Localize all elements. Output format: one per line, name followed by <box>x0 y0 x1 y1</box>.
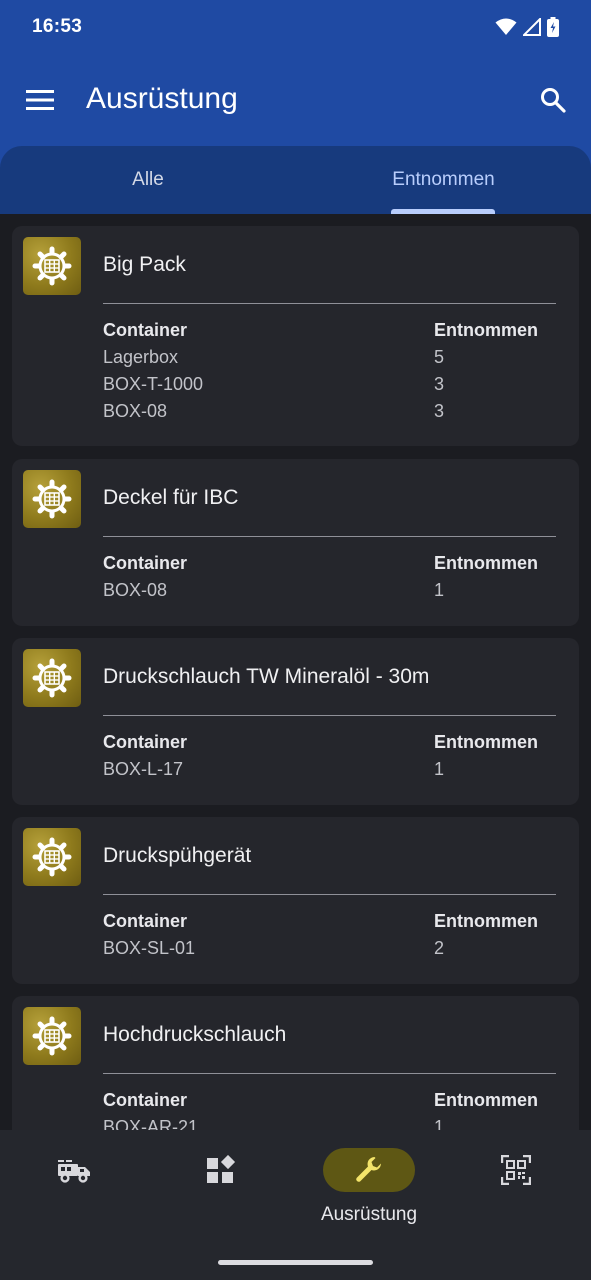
equipment-gear-icon <box>23 470 81 528</box>
signal-icon <box>523 18 541 36</box>
container-header: Container <box>103 320 188 340</box>
taken-value: 5 <box>434 347 445 367</box>
tab-panel: Alle Entnommen <box>0 146 591 214</box>
equipment-name: Big Pack <box>103 253 186 276</box>
tab-bar: Alle Entnommen <box>0 146 591 214</box>
taken-value: 1 <box>434 759 445 779</box>
search-button[interactable] <box>533 80 573 120</box>
home-indicator[interactable] <box>218 1260 373 1265</box>
status-bar: 16:53 <box>0 0 591 54</box>
container-value: BOX-08 <box>103 401 168 421</box>
container-header: Container <box>103 911 188 931</box>
taken-header: Entnommen <box>434 553 539 573</box>
nav-item-vehicles[interactable] <box>24 1148 124 1238</box>
container-value: BOX-SL-01 <box>103 938 196 958</box>
container-value: BOX-AR-21 <box>103 1117 199 1130</box>
equipment-card[interactable]: Big Pack Container Entnommen Lagerbox 5 … <box>12 226 579 446</box>
table-row: BOX-L-17 1 <box>12 759 579 786</box>
divider <box>103 303 556 304</box>
container-header: Container <box>103 553 188 573</box>
equipment-gear-icon <box>23 1007 81 1065</box>
container-value: Lagerbox <box>103 347 179 367</box>
divider <box>103 894 556 895</box>
taken-header: Entnommen <box>434 732 539 752</box>
container-value: BOX-T-1000 <box>103 374 204 394</box>
equipment-card[interactable]: Deckel für IBC Container Entnommen BOX-0… <box>12 459 579 626</box>
divider <box>103 536 556 537</box>
table-row: BOX-08 1 <box>12 580 579 607</box>
container-value: BOX-08 <box>103 580 168 600</box>
divider <box>103 1073 556 1074</box>
nav-pill <box>470 1148 562 1192</box>
wrench-icon <box>356 1157 381 1182</box>
equipment-card[interactable]: Hochdruckschlauch Container Entnommen BO… <box>12 996 579 1130</box>
taken-header: Entnommen <box>434 911 539 931</box>
equipment-name: Druckschlauch TW Mineralöl - 30m <box>103 665 430 688</box>
taken-value: 2 <box>434 938 445 958</box>
equipment-card[interactable]: Druckschlauch TW Mineralöl - 30m Contain… <box>12 638 579 805</box>
table-row: BOX-AR-21 1 <box>12 1117 579 1130</box>
table-row: BOX-T-1000 3 <box>12 374 579 401</box>
equipment-name: Hochdruckschlauch <box>103 1023 287 1046</box>
wifi-icon <box>495 18 517 35</box>
equipment-gear-icon <box>23 828 81 886</box>
container-header: Container <box>103 732 188 752</box>
bottom-navigation: Ausrüstung <box>0 1130 591 1280</box>
table-row: Lagerbox 5 <box>12 347 579 374</box>
taken-value: 1 <box>434 580 445 600</box>
taken-header: Entnommen <box>434 1090 539 1110</box>
table-row: BOX-SL-01 2 <box>12 938 579 965</box>
container-header: Container <box>103 1090 188 1110</box>
search-icon <box>541 88 566 113</box>
taken-value: 1 <box>434 1117 445 1130</box>
equipment-card[interactable]: Druckspühgerät Container Entnommen BOX-S… <box>12 817 579 984</box>
nav-pill <box>28 1148 120 1192</box>
nav-item-equipment[interactable]: Ausrüstung <box>319 1148 419 1238</box>
divider <box>103 715 556 716</box>
status-time: 16:53 <box>32 16 83 37</box>
equipment-name: Deckel für IBC <box>103 486 239 509</box>
nav-item-qr-scan[interactable] <box>466 1148 566 1238</box>
container-value: BOX-L-17 <box>103 759 184 779</box>
widgets-icon <box>207 1155 236 1183</box>
equipment-list[interactable]: Big Pack Container Entnommen Lagerbox 5 … <box>0 214 591 1130</box>
tab-entnommen[interactable]: Entnommen <box>296 146 591 214</box>
app-bar: Ausrüstung <box>0 54 591 146</box>
nav-item-dashboard[interactable] <box>171 1148 271 1238</box>
status-icons <box>495 17 559 37</box>
taken-header: Entnommen <box>434 320 539 340</box>
battery-charging-icon <box>547 17 559 37</box>
page-title: Ausrüstung <box>86 82 238 115</box>
menu-button[interactable] <box>20 80 60 120</box>
nav-label-equipment: Ausrüstung <box>320 1204 418 1225</box>
nav-pill-active <box>323 1148 415 1192</box>
equipment-name: Druckspühgerät <box>103 844 252 867</box>
qr-scan-icon <box>501 1155 531 1185</box>
equipment-gear-icon <box>23 237 81 295</box>
menu-icon <box>26 90 54 110</box>
tab-alle[interactable]: Alle <box>0 146 296 214</box>
nav-pill <box>175 1148 267 1192</box>
equipment-gear-icon <box>23 649 81 707</box>
table-row: BOX-08 3 <box>12 401 579 428</box>
taken-value: 3 <box>434 401 445 421</box>
fire-truck-icon <box>58 1160 90 1183</box>
taken-value: 3 <box>434 374 445 394</box>
